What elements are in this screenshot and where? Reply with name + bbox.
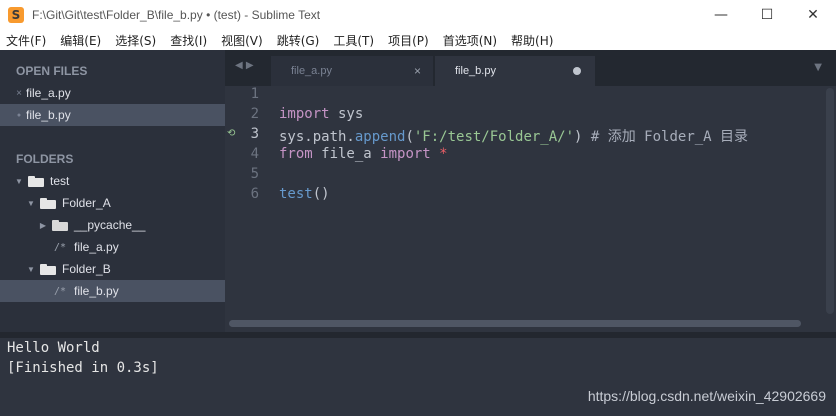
code-line-2[interactable]: import sys xyxy=(279,106,363,122)
build-output-panel[interactable]: Hello World [Finished in 0.3s] https://b… xyxy=(0,338,836,416)
menu-help[interactable]: 帮助(H) xyxy=(511,32,553,49)
open-file-item[interactable]: ● file_b.py xyxy=(0,104,225,126)
code-line-6[interactable]: test() xyxy=(279,186,330,202)
code-line-4[interactable]: from file_a import * xyxy=(279,146,448,162)
menu-project[interactable]: 项目(P) xyxy=(388,32,429,49)
close-icon[interactable]: × xyxy=(12,88,26,99)
operator: * xyxy=(430,146,448,162)
line-gutter: 1 2 ⟲ 3 4 5 6 xyxy=(225,86,271,316)
tree-item-label: Folder_A xyxy=(62,196,111,210)
menu-tools[interactable]: 工具(T) xyxy=(333,32,374,49)
tree-item-label: test xyxy=(50,174,70,188)
tab-file-a[interactable]: file_a.py × xyxy=(271,56,433,86)
code-text: file_a xyxy=(312,146,381,162)
menu-view[interactable]: 视图(V) xyxy=(221,32,263,49)
tree-item-folder-b[interactable]: ▼ Folder_B xyxy=(0,258,225,280)
chevron-right-icon[interactable]: ▶ xyxy=(38,221,48,230)
open-file-label: file_b.py xyxy=(26,108,71,122)
folders-header: FOLDERS xyxy=(16,152,74,166)
line-number: 3 xyxy=(250,126,259,142)
menu-goto[interactable]: 跳转(G) xyxy=(277,32,320,49)
keyword: import xyxy=(380,146,431,162)
menu-edit[interactable]: 编辑(E) xyxy=(60,32,101,49)
tree-item-label: file_b.py xyxy=(74,284,119,298)
code-text: sys.path. xyxy=(279,129,355,145)
sublime-icon: S xyxy=(8,7,24,23)
tree-item-file-b[interactable]: /* file_b.py xyxy=(0,280,225,302)
keyword: from xyxy=(279,146,313,162)
tab-nav-arrows-icon[interactable]: ◀ ▶ xyxy=(235,60,254,71)
watermark-text: https://blog.csdn.net/weixin_42902669 xyxy=(587,388,826,404)
horizontal-scrollbar[interactable] xyxy=(229,320,801,327)
menu-preferences[interactable]: 首选项(N) xyxy=(443,32,497,49)
line-number: 2 xyxy=(250,106,259,122)
line-number: 1 xyxy=(250,86,259,102)
chevron-down-icon[interactable]: ▼ xyxy=(814,62,822,73)
tab-bar: ◀ ▶ file_a.py × file_b.py ▼ xyxy=(225,50,836,86)
code-editor[interactable]: 1 2 ⟲ 3 4 5 6 import sys sys.path.append… xyxy=(225,86,836,332)
line-number: 4 xyxy=(250,146,259,162)
tab-file-b[interactable]: file_b.py xyxy=(435,56,595,86)
menu-find[interactable]: 查找(I) xyxy=(170,32,207,49)
tree-item-label: Folder_B xyxy=(62,262,111,276)
window-title: F:\Git\Git\test\Folder_B\file_b.py • (te… xyxy=(32,8,321,22)
close-icon[interactable]: × xyxy=(414,64,421,78)
open-files-header: OPEN FILES xyxy=(16,64,88,78)
string-literal: 'F:/test/Folder_A/' xyxy=(413,129,575,145)
tab-label: file_a.py xyxy=(291,65,332,77)
chevron-down-icon[interactable]: ▼ xyxy=(26,265,36,274)
folder-open-icon xyxy=(28,175,44,187)
keyword: import xyxy=(279,106,330,122)
folder-icon xyxy=(52,219,68,231)
python-file-icon: /* xyxy=(54,241,67,253)
maximize-button[interactable]: ☐ xyxy=(744,0,790,30)
paren: ( xyxy=(405,129,414,145)
tree-item-label: file_a.py xyxy=(74,240,119,254)
tree-item-file-a[interactable]: /* file_a.py xyxy=(0,236,225,258)
open-file-item[interactable]: × file_a.py xyxy=(0,82,225,104)
unsaved-dot-icon[interactable]: ● xyxy=(12,112,26,119)
close-button[interactable]: ✕ xyxy=(790,0,836,30)
function-name: append xyxy=(354,129,406,145)
window-controls: — ☐ ✕ xyxy=(698,0,836,30)
line-number: 6 xyxy=(250,186,259,202)
paren: () xyxy=(312,186,330,202)
function-name: test xyxy=(279,186,313,202)
menu-bar: 文件(F) 编辑(E) 选择(S) 查找(I) 视图(V) 跳转(G) 工具(T… xyxy=(0,30,836,50)
code-line-3[interactable]: sys.path.append('F:/test/Folder_A/') # 添… xyxy=(279,126,748,146)
unsaved-dot-icon[interactable] xyxy=(573,67,581,75)
python-file-icon: /* xyxy=(54,285,67,297)
tree-item-test[interactable]: ▼ test xyxy=(0,170,225,192)
tree-item-pycache[interactable]: ▶ __pycache__ xyxy=(0,214,225,236)
output-line: Hello World xyxy=(7,340,100,356)
chevron-down-icon[interactable]: ▼ xyxy=(26,199,36,208)
chevron-down-icon[interactable]: ▼ xyxy=(14,177,24,186)
tree-item-label: __pycache__ xyxy=(74,218,146,232)
minimize-button[interactable]: — xyxy=(698,0,744,30)
title-bar: S F:\Git\Git\test\Folder_B\file_b.py • (… xyxy=(0,0,836,30)
vertical-scrollbar[interactable] xyxy=(826,88,834,314)
tree-item-folder-a[interactable]: ▼ Folder_A xyxy=(0,192,225,214)
folder-open-icon xyxy=(40,263,56,275)
output-line: [Finished in 0.3s] xyxy=(7,360,159,376)
sidebar: OPEN FILES × file_a.py ● file_b.py FOLDE… xyxy=(0,50,225,332)
code-text: sys xyxy=(329,106,364,122)
line-number: 5 xyxy=(250,166,259,182)
menu-file[interactable]: 文件(F) xyxy=(6,32,46,49)
open-file-label: file_a.py xyxy=(26,86,71,100)
tab-label: file_b.py xyxy=(455,65,496,77)
menu-selection[interactable]: 选择(S) xyxy=(115,32,156,49)
comment: # 添加 Folder_A 目录 xyxy=(582,129,749,145)
git-modified-icon: ⟲ xyxy=(227,128,236,139)
folder-open-icon xyxy=(40,197,56,209)
